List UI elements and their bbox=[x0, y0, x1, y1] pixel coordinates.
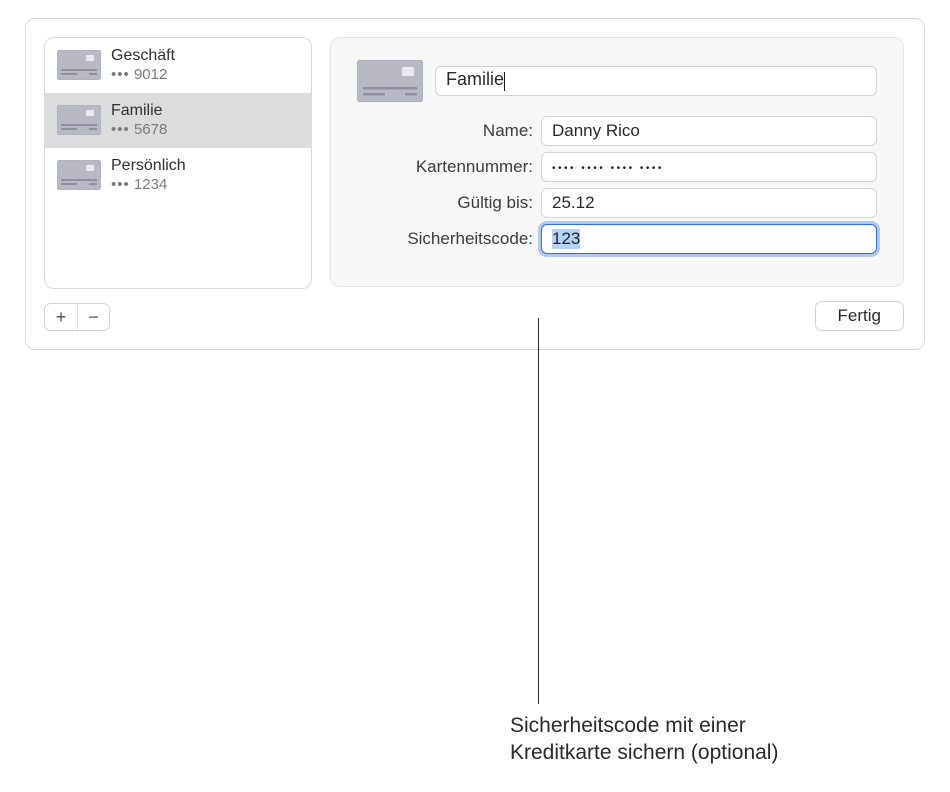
done-button[interactable]: Fertig bbox=[815, 301, 904, 331]
card-item-subtitle: ••• 9012 bbox=[111, 66, 175, 85]
callout-text: Sicherheitscode mit einer Kreditkarte si… bbox=[510, 712, 778, 767]
card-item-familie[interactable]: Familie ••• 5678 bbox=[45, 93, 311, 148]
security-label: Sicherheitscode: bbox=[357, 229, 541, 249]
card-list: Geschäft ••• 9012 Fami bbox=[44, 37, 312, 289]
card-item-persoenlich[interactable]: Persönlich ••• 1234 bbox=[45, 148, 311, 203]
credit-card-icon bbox=[357, 60, 423, 102]
text-caret bbox=[504, 72, 505, 91]
remove-card-button[interactable]: − bbox=[77, 304, 109, 330]
cardnumber-label: Kartennummer: bbox=[357, 157, 541, 177]
name-value: Danny Rico bbox=[552, 121, 640, 141]
credit-card-icon bbox=[57, 50, 101, 80]
add-remove-buttons: + − bbox=[44, 303, 110, 331]
card-item-subtitle: ••• 1234 bbox=[111, 176, 186, 195]
expiry-input[interactable]: 25.12 bbox=[541, 188, 877, 218]
expiry-value: 25.12 bbox=[552, 193, 595, 213]
name-label: Name: bbox=[357, 121, 541, 141]
card-item-title: Persönlich bbox=[111, 156, 186, 176]
card-item-geschaeft[interactable]: Geschäft ••• 9012 bbox=[45, 38, 311, 93]
card-detail-panel: Familie Name: Danny Rico Kartennummer: bbox=[330, 37, 904, 287]
expiry-label: Gültig bis: bbox=[357, 193, 541, 213]
callout-line bbox=[538, 318, 539, 704]
card-item-title: Familie bbox=[111, 101, 167, 121]
minus-icon: − bbox=[88, 308, 99, 326]
security-input[interactable]: 123 bbox=[541, 224, 877, 254]
card-item-subtitle: ••• 5678 bbox=[111, 121, 167, 140]
card-title-value: Familie bbox=[446, 69, 504, 89]
cardnumber-input[interactable]: •••• •••• •••• •••• bbox=[541, 152, 877, 182]
card-item-title: Geschäft bbox=[111, 46, 175, 66]
plus-icon: + bbox=[56, 308, 67, 326]
name-input[interactable]: Danny Rico bbox=[541, 116, 877, 146]
add-card-button[interactable]: + bbox=[45, 304, 77, 330]
sidebar: Geschäft ••• 9012 Fami bbox=[44, 37, 312, 331]
autofill-cards-window: Geschäft ••• 9012 Fami bbox=[25, 18, 925, 350]
cardnumber-value: •••• •••• •••• •••• bbox=[552, 163, 664, 174]
card-title-input[interactable]: Familie bbox=[435, 66, 877, 96]
credit-card-icon bbox=[57, 160, 101, 190]
security-value: 123 bbox=[552, 229, 580, 249]
credit-card-icon bbox=[57, 105, 101, 135]
